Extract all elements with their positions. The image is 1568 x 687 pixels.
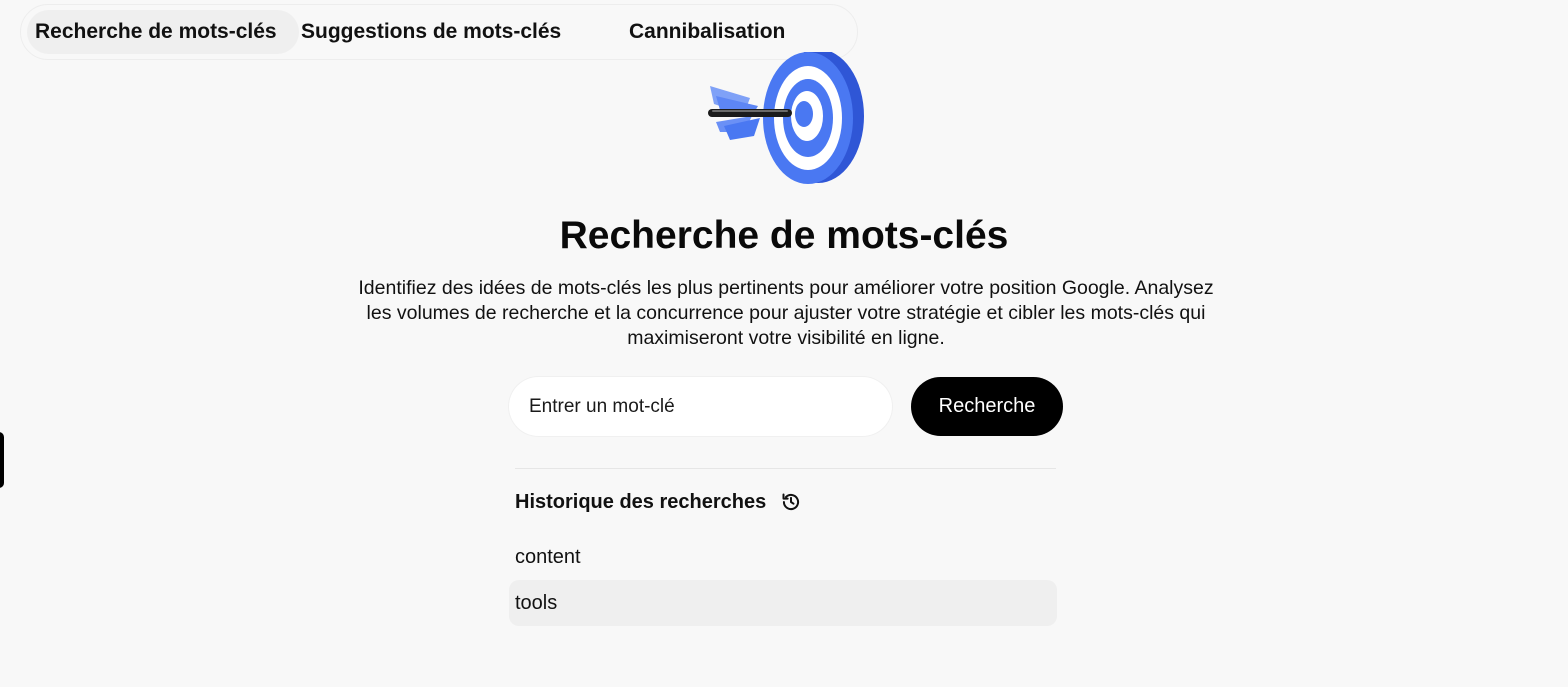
history-item[interactable]: tools — [509, 580, 1057, 626]
history-item-label: content — [515, 545, 581, 568]
tab-label: Cannibalisation — [629, 20, 786, 43]
history-list: content tools — [509, 534, 1057, 626]
tab-label: Suggestions de mots-clés — [301, 20, 562, 43]
side-panel-handle[interactable] — [0, 432, 4, 488]
tab-keyword-suggestions[interactable]: Suggestions de mots-clés — [301, 10, 601, 54]
history-icon[interactable] — [780, 491, 802, 513]
history-item[interactable]: content — [509, 534, 1057, 580]
target-arrow-icon — [700, 49, 870, 188]
divider — [515, 468, 1056, 469]
history-item-label: tools — [515, 591, 558, 614]
history-title: Historique des recherches — [515, 490, 767, 513]
tab-keyword-research[interactable]: Recherche de mots-clés — [27, 10, 299, 54]
page: Recherche de mots-clés Suggestions de mo… — [0, 0, 1568, 687]
search-button[interactable]: Recherche — [911, 377, 1063, 436]
keyword-input[interactable] — [509, 377, 892, 436]
tab-label: Recherche de mots-clés — [35, 20, 277, 43]
tab-cannibalization[interactable]: Cannibalisation — [629, 10, 785, 54]
page-description: Identifiez des idées de mots-clés les pl… — [358, 277, 1214, 349]
history-header: Historique des recherches — [515, 488, 802, 516]
page-title: Recherche de mots-clés — [559, 214, 1009, 257]
